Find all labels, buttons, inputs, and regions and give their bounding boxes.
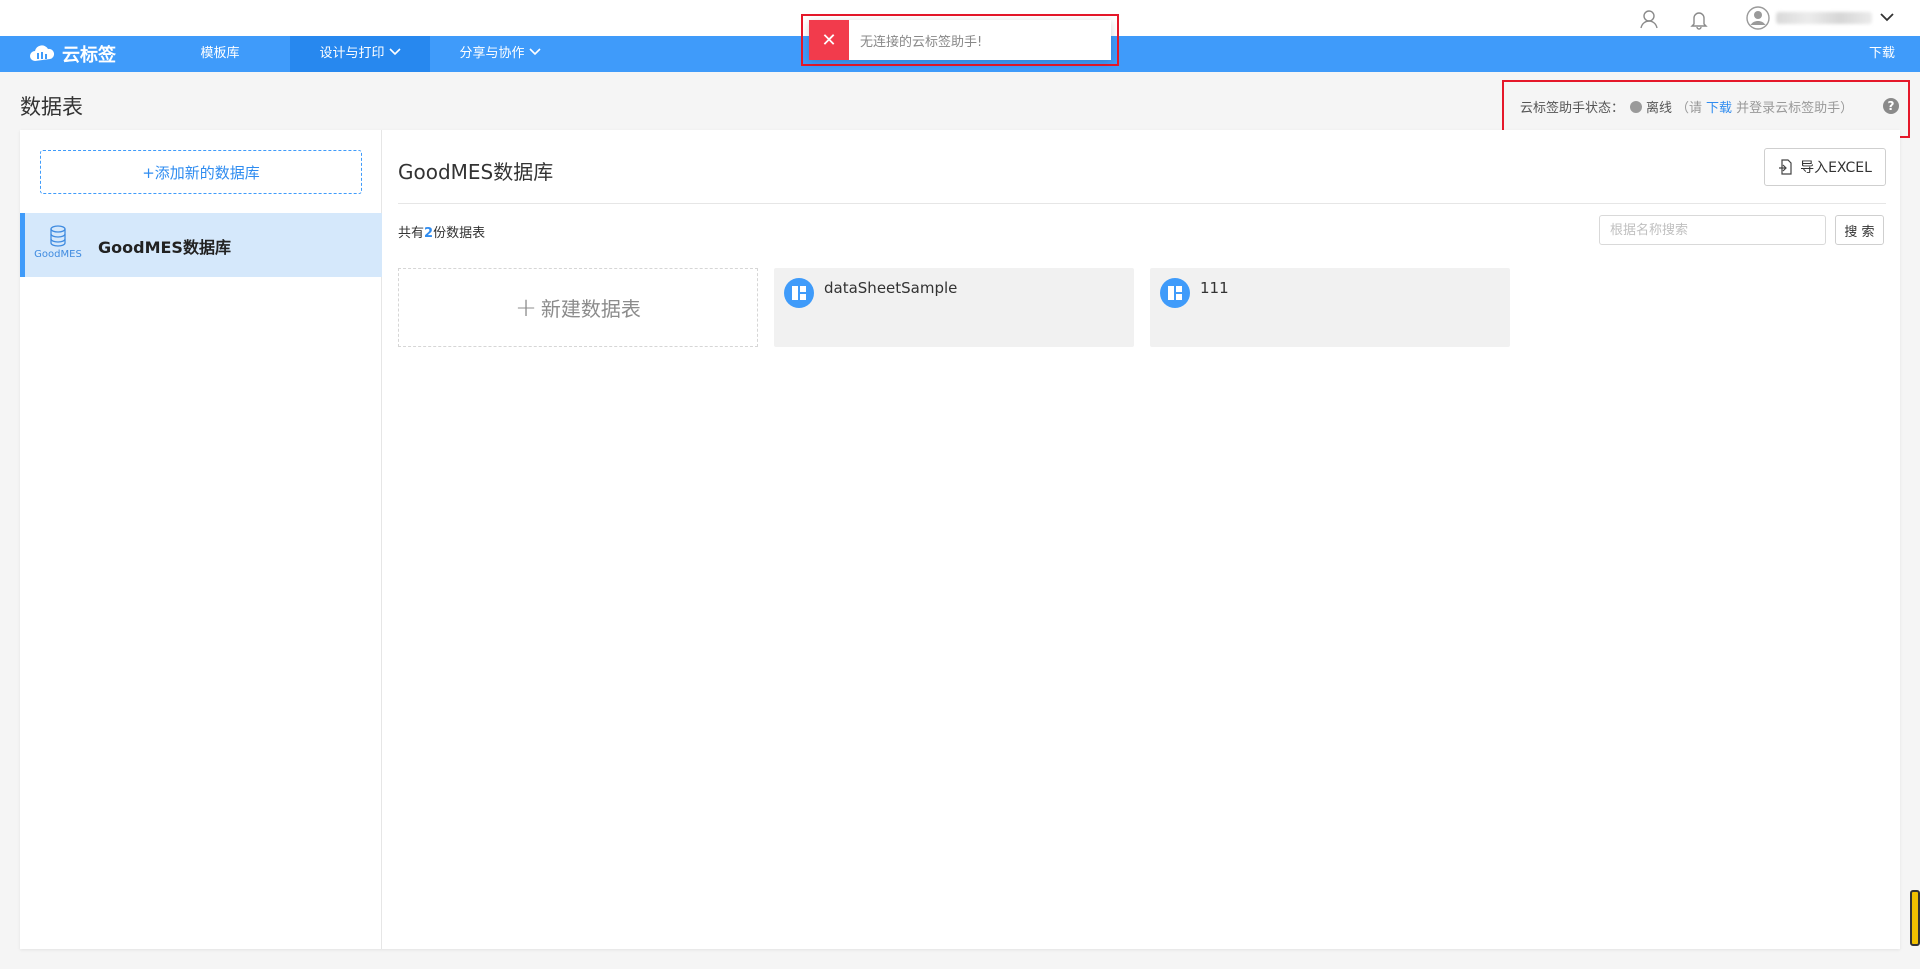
- app-logo[interactable]: 云标签: [28, 43, 116, 66]
- toast-message: 无连接的云标签助手!: [860, 34, 983, 50]
- table-icon: [1160, 278, 1190, 308]
- bell-icon[interactable]: [1688, 8, 1710, 30]
- sheet-name: dataSheetSample: [824, 279, 958, 297]
- new-sheet-label: 新建数据表: [540, 297, 641, 321]
- nav-label: 分享与协作: [459, 46, 525, 61]
- sheet-count: 共有2份数据表: [398, 222, 485, 241]
- user-avatar-icon[interactable]: [1746, 6, 1770, 30]
- sheet-card[interactable]: 111: [1150, 268, 1510, 347]
- import-excel-button[interactable]: 导入EXCEL: [1764, 148, 1886, 186]
- nav-design-print[interactable]: 设计与打印: [290, 36, 430, 72]
- database-main: GoodMES数据库 导入EXCEL 共有2份数据表 搜 索 + 新建数据表 d…: [398, 130, 1886, 949]
- nav-label: 模板库: [200, 46, 240, 61]
- nav-download[interactable]: 下载: [1869, 36, 1895, 72]
- chevron-down-icon: [528, 48, 541, 56]
- helper-download-link[interactable]: 下载: [1706, 97, 1732, 116]
- error-toast: ✕ 无连接的云标签助手!: [809, 20, 1111, 60]
- content-panel: +添加新的数据库 GoodMES GoodMES数据库 GoodMES数据库 导…: [20, 130, 1900, 949]
- count-suffix: 份数据表: [433, 226, 486, 241]
- helper-status: 云标签助手状态： 离线 （请 下载 并登录云标签助手）: [1520, 97, 1853, 116]
- question-icon[interactable]: ?: [1883, 98, 1899, 114]
- divider: [398, 203, 1886, 204]
- side-drag-handle[interactable]: [1910, 890, 1920, 946]
- database-name: GoodMES数据库: [98, 238, 231, 257]
- cloud-logo-icon: [30, 45, 55, 61]
- count-prefix: 共有: [398, 226, 425, 241]
- status-label: 云标签助手状态：: [1520, 101, 1625, 116]
- status-hint-suffix: 并登录云标签助手）: [1736, 101, 1854, 116]
- page-title: 数据表: [20, 95, 83, 119]
- search-input[interactable]: [1599, 215, 1826, 245]
- table-icon: [784, 278, 814, 308]
- username-blurred[interactable]: [1776, 12, 1872, 24]
- database-icon: GoodMES: [33, 225, 83, 265]
- new-sheet-button[interactable]: + 新建数据表: [398, 268, 758, 347]
- plus-icon: +: [515, 292, 537, 323]
- contacts-icon[interactable]: [1638, 8, 1660, 30]
- sheet-card[interactable]: dataSheetSample: [774, 268, 1134, 347]
- offline-dot-icon: [1630, 100, 1643, 113]
- count-number: 2: [424, 226, 434, 241]
- import-icon: [1779, 159, 1792, 175]
- app-name: 云标签: [62, 45, 116, 66]
- add-database-button[interactable]: +添加新的数据库: [40, 150, 362, 194]
- status-state: 离线: [1646, 101, 1673, 116]
- search-button[interactable]: 搜 索: [1835, 215, 1884, 245]
- chevron-down-icon[interactable]: [1879, 11, 1895, 23]
- import-label: 导入EXCEL: [1800, 160, 1872, 176]
- nav-label: 设计与打印: [319, 46, 385, 61]
- database-title: GoodMES数据库: [398, 160, 554, 184]
- sheet-name: 111: [1200, 279, 1229, 297]
- status-hint-prefix: （请: [1676, 101, 1703, 116]
- nav-share-collab[interactable]: 分享与协作: [440, 36, 560, 72]
- database-sidebar: +添加新的数据库 GoodMES GoodMES数据库: [20, 130, 382, 949]
- nav-template-library[interactable]: 模板库: [175, 36, 265, 72]
- database-icon-label: GoodMES: [34, 249, 82, 260]
- sidebar-item-goodmes[interactable]: GoodMES GoodMES数据库: [20, 213, 382, 277]
- close-icon[interactable]: ✕: [809, 20, 849, 60]
- chevron-down-icon: [388, 48, 401, 56]
